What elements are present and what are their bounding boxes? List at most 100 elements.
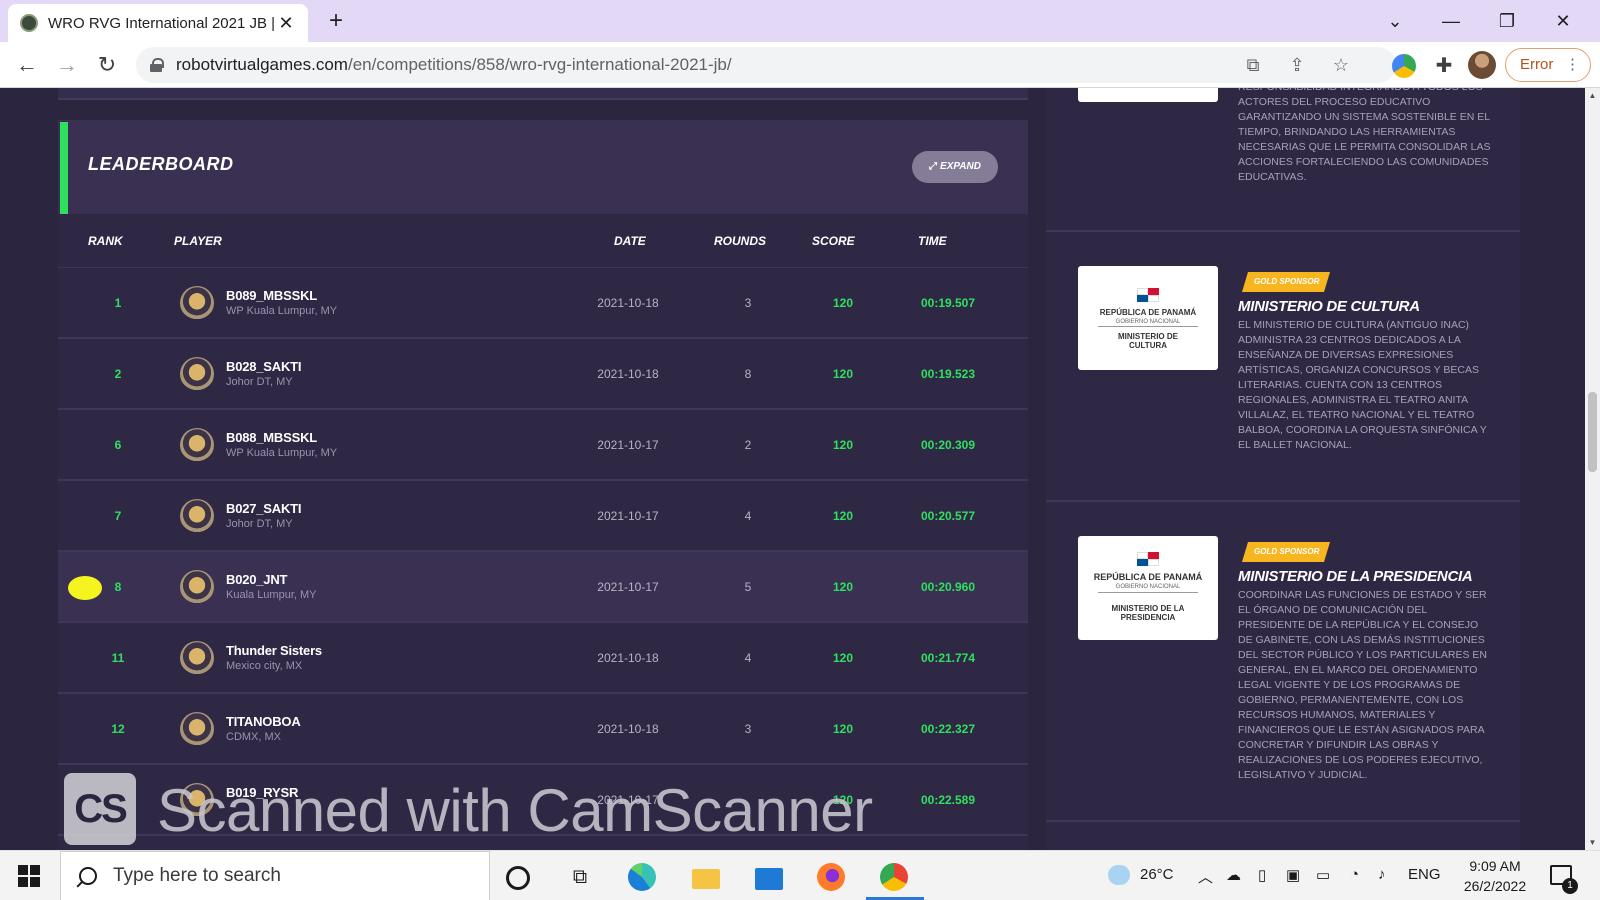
time-cell: 00:19.507 [920,296,976,310]
table-row[interactable]: 1 B089_MBSSKL WP Kuala Lumpur, MY 2021-1… [58,268,1028,339]
minimize-button[interactable]: — [1428,6,1474,36]
firefox-icon[interactable] [817,863,845,891]
player-name[interactable]: Thunder Sisters [226,643,322,658]
camera-icon[interactable]: ▣ [1286,866,1300,884]
player-location: Mexico city, MX [226,660,303,672]
scroll-down-icon[interactable]: ▼ [1585,835,1600,850]
url-host: robotvirtualgames.com [176,55,348,74]
time-cell: 00:21.774 [920,651,976,665]
player-name[interactable]: B088_MBSSKL [226,430,317,445]
player-name[interactable]: TITANOBOA [226,714,301,729]
profile-avatar[interactable] [1468,51,1496,79]
page-scrollbar[interactable]: ▲ ▼ [1585,88,1600,850]
error-button[interactable]: Error ⋮ [1505,48,1591,82]
score-cell: 120 [832,438,854,452]
player-name[interactable]: B028_SAKTI [226,359,302,374]
time-cell: 00:20.577 [920,509,976,523]
tab-search-icon[interactable]: ⌄ [1372,6,1418,36]
player-location: WP Kuala Lumpur, MY [226,305,338,317]
edge-browser-icon[interactable] [628,863,656,891]
player-name[interactable]: B089_MBSSKL [226,288,317,303]
highlighter-mark [68,576,102,600]
address-bar[interactable]: robotvirtualgames.com /en/competitions/8… [136,47,1396,83]
logo-ministry: MINISTERIO DE LA PRESIDENCIA [1111,604,1185,622]
table-row[interactable]: 2 B028_SAKTI Johor DT, MY 2021-10-18 8 1… [58,339,1028,410]
gold-sponsor-badge: GOLD SPONSOR [1242,542,1330,562]
task-view-icon[interactable]: ⧉ [566,863,594,891]
menu-kebab-icon[interactable]: ⋮ [1565,49,1580,81]
column-score[interactable]: SCORE [812,234,855,248]
show-hidden-icons-icon[interactable]: ︿ [1198,866,1213,887]
table-row-hovered[interactable]: 8 B020_JNT Kuala Lumpur, MY 2021-10-17 5… [58,552,1028,623]
mail-icon[interactable] [755,868,783,890]
sponsor-divider [1046,820,1520,822]
cortana-icon[interactable] [506,866,530,890]
column-rank[interactable]: RANK [88,234,123,248]
windows-start-icon[interactable] [18,865,40,887]
rank-cell: 1 [114,296,122,310]
wifi-icon[interactable]: ◔ [1350,866,1359,883]
scroll-thumb[interactable] [1588,392,1597,472]
table-row[interactable]: 6 B088_MBSSKL WP Kuala Lumpur, MY 2021-1… [58,410,1028,481]
column-date[interactable]: DATE [614,234,646,248]
logo-rule [1098,592,1198,593]
column-player[interactable]: PLAYER [174,234,222,248]
rank-cell: 6 [114,438,122,452]
leaderboard-rows: 1 B089_MBSSKL WP Kuala Lumpur, MY 2021-1… [58,268,1028,836]
column-time[interactable]: TIME [918,234,947,248]
onedrive-icon[interactable]: ☁ [1226,866,1241,884]
sponsor-description: COORDINAR LAS FUNCIONES DE ESTADO Y SER … [1238,589,1487,781]
extensions-puzzle-icon[interactable]: ✚ [1432,54,1456,78]
sponsor-logo[interactable]: REPÚBLICA DE PANAMÁ GOBIERNO NACIONAL MI… [1078,266,1218,370]
expand-label: EXPAND [940,161,981,172]
sponsor-logo[interactable]: REPÚBLICA DE PANAMÁ GOBIERNO NACIONAL MI… [1078,536,1218,640]
sponsor-logo[interactable] [1078,88,1218,102]
close-window-button[interactable]: ✕ [1540,6,1586,36]
close-tab-icon[interactable]: ✕ [276,13,296,34]
new-tab-button[interactable]: + [322,8,350,36]
file-explorer-icon[interactable] [692,869,720,889]
date-cell: 2021-10-17 [597,580,659,594]
table-row[interactable]: 7 B027_SAKTI Johor DT, MY 2021-10-17 4 1… [58,481,1028,552]
restore-button[interactable]: ❐ [1484,6,1530,36]
reload-icon[interactable]: ↻ [92,50,122,80]
bookmark-star-icon[interactable]: ☆ [1330,54,1352,76]
date-cell: 2021-10-17 [597,438,659,452]
url-path: /en/competitions/858/wro-rvg-internation… [347,55,732,74]
time-cell: 00:22.589 [920,793,976,807]
team-emblem-icon [180,499,214,533]
table-row[interactable]: 12 TITANOBOA CDMX, MX 2021-10-18 3 120 0… [58,694,1028,765]
rank-cell: 2 [114,367,122,381]
translate-icon[interactable]: ⧉ [1242,54,1264,76]
sponsor-name[interactable]: MINISTERIO DE CULTURA [1238,298,1420,315]
back-icon[interactable]: ← [12,50,42,80]
sponsor-name[interactable]: MINISTERIO DE LA PRESIDENCIA [1238,568,1473,585]
share-icon[interactable]: ⇪ [1286,54,1308,76]
logo-rule [1098,326,1198,327]
temperature[interactable]: 26°C [1140,866,1174,883]
expand-button[interactable]: ⤢ EXPAND [912,151,998,183]
language-indicator[interactable]: ENG [1408,866,1441,883]
taskbar-search[interactable]: Type here to search [60,851,490,900]
time-cell: 00:20.309 [920,438,976,452]
player-name[interactable]: B020_JNT [226,572,287,587]
volume-icon[interactable]: ♪ [1378,866,1386,883]
device-icon[interactable]: ▯ [1258,866,1266,884]
notification-count: 1 [1562,878,1578,894]
lock-icon[interactable] [150,58,164,72]
extension-shield-icon[interactable] [1392,54,1416,78]
weather-icon[interactable] [1108,865,1130,885]
error-label: Error [1520,56,1554,73]
player-name[interactable]: B027_SAKTI [226,501,302,516]
date-cell: 2021-10-18 [597,296,659,310]
table-row[interactable]: 11 Thunder Sisters Mexico city, MX 2021-… [58,623,1028,694]
forward-icon[interactable]: → [52,50,82,80]
system-clock[interactable]: 9:09 AM 26/2/2022 [1460,856,1530,896]
column-rounds[interactable]: ROUNDS [714,234,766,248]
battery-icon[interactable]: ▭ [1316,866,1330,884]
leaderboard-header: LEADERBOARD ⤢ EXPAND [58,120,1028,214]
browser-tab[interactable]: WRO RVG International 2021 JB | ✕ [8,4,308,42]
chrome-icon[interactable] [880,863,908,891]
rounds-cell: 4 [744,651,752,665]
scroll-up-icon[interactable]: ▲ [1585,88,1600,103]
